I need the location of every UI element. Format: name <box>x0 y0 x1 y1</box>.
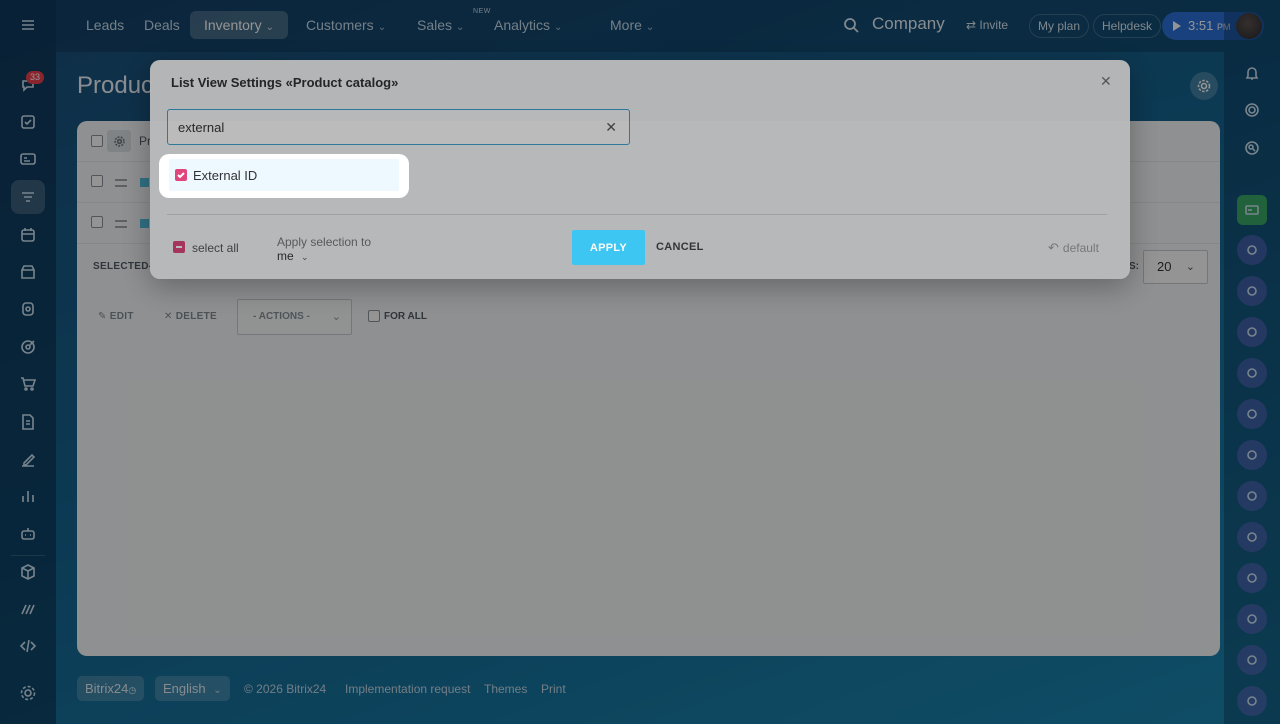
field-label: External ID <box>193 168 258 183</box>
field-search-input[interactable] <box>168 110 568 144</box>
chevron-down-icon: ⌄ <box>301 252 309 262</box>
dialog-title: List View Settings «Product catalog» <box>171 75 399 90</box>
default-button[interactable]: ↶ default <box>1048 240 1099 256</box>
highlighted-field: External ID <box>159 154 409 198</box>
close-icon[interactable]: ✕ <box>1100 73 1112 90</box>
cancel-button[interactable]: CANCEL <box>656 241 704 253</box>
undo-icon: ↶ <box>1048 240 1059 255</box>
field-checkbox[interactable] <box>175 169 187 181</box>
field-search: ✕ <box>167 109 630 145</box>
apply-selection-label: Apply selection to <box>277 235 372 249</box>
dialog-divider <box>167 214 1107 215</box>
select-all-checkbox[interactable] <box>173 241 185 253</box>
clear-search-icon[interactable]: ✕ <box>605 119 617 136</box>
apply-selection-select[interactable]: me ⌄ <box>277 249 309 263</box>
apply-button[interactable]: APPLY <box>572 230 645 265</box>
select-all-label[interactable]: select all <box>192 241 239 255</box>
field-item-external-id[interactable]: External ID <box>169 159 399 191</box>
checkmark-icon <box>177 172 185 179</box>
